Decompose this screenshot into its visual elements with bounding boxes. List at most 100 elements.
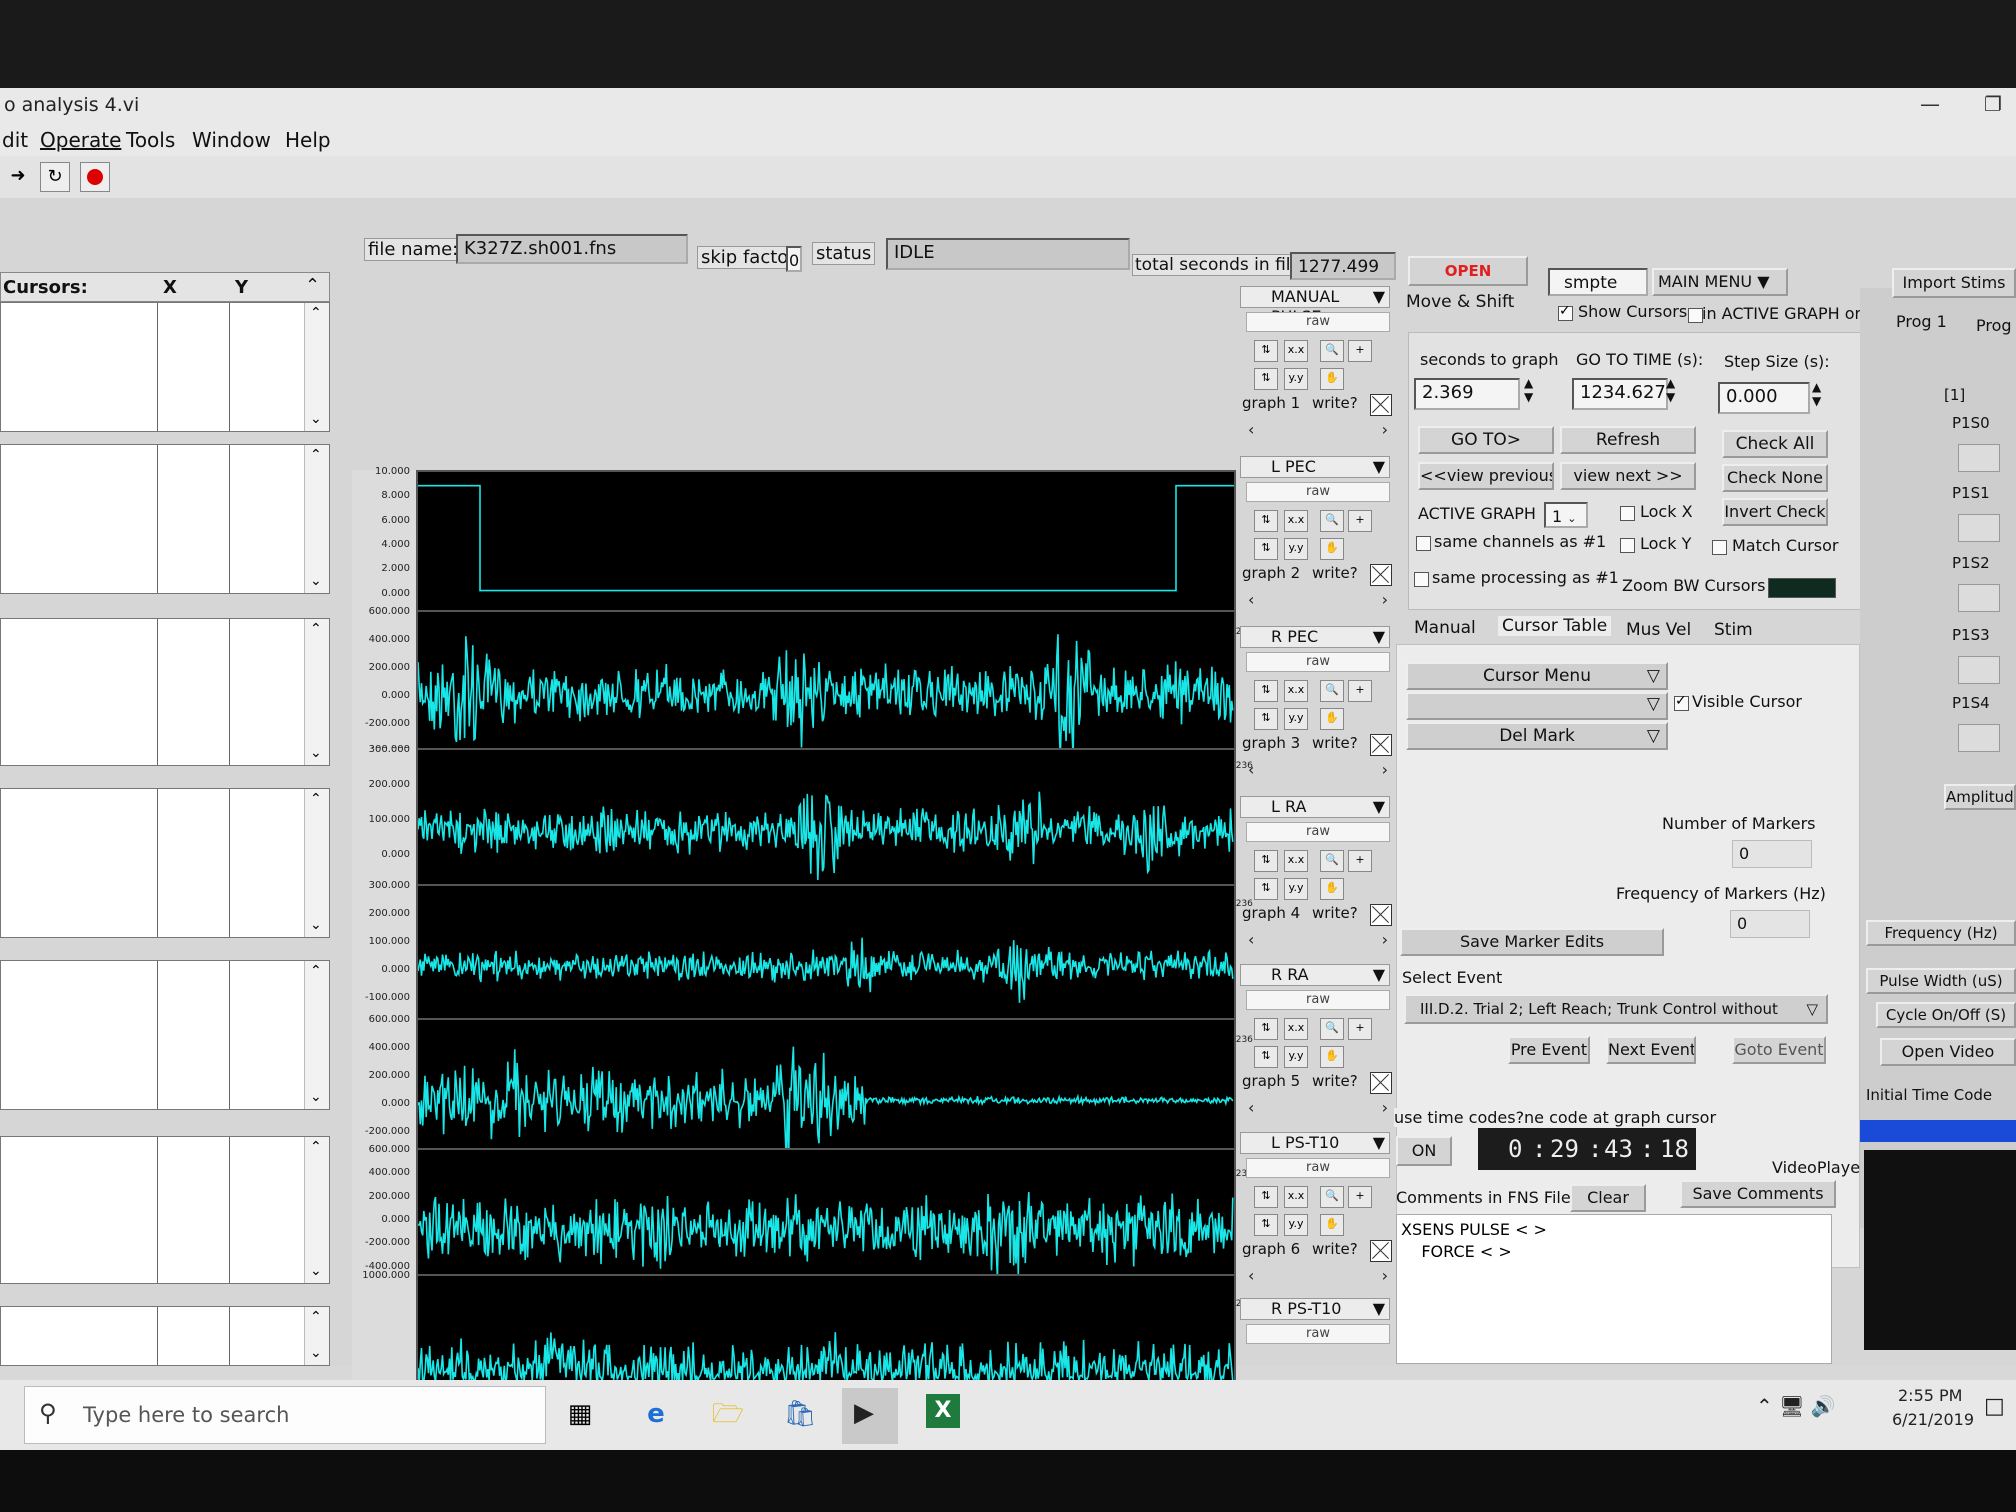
abort-stop-icon[interactable] (80, 162, 110, 192)
scroll-up-icon[interactable]: ⌃ (310, 963, 322, 979)
processing-select[interactable]: raw (1246, 312, 1390, 332)
file-explorer-icon[interactable]: 🗁 (708, 1394, 748, 1434)
crosshair-icon[interactable]: + (1348, 340, 1372, 362)
pulse-width-field[interactable]: Pulse Width (uS) (1866, 968, 2016, 994)
scroll-up-icon[interactable]: ⌃ (310, 621, 322, 637)
pan-hand-icon[interactable]: ✋ (1320, 368, 1344, 390)
zoom-icon[interactable]: 🔍 (1320, 1186, 1344, 1208)
cursor-scrollbar[interactable]: ⌃ ⌄ (304, 303, 329, 431)
scroll-down-icon[interactable]: ⌄ (310, 1345, 322, 1361)
cursor-table-1[interactable]: ⌃ ⌄ (0, 302, 330, 432)
crosshair-icon[interactable]: + (1348, 510, 1372, 532)
stim-param-field[interactable] (1958, 584, 2000, 612)
smpte-field[interactable]: smpte (1548, 268, 1648, 296)
chevron-left-icon[interactable]: ‹ (1248, 1266, 1254, 1285)
write-checkbox[interactable] (1370, 1240, 1392, 1262)
scroll-up-icon[interactable]: ⌃ (310, 1309, 322, 1325)
pan-hand-icon[interactable]: ✋ (1320, 878, 1344, 900)
lock-x-checkbox[interactable] (1620, 506, 1635, 521)
write-checkbox[interactable] (1370, 394, 1392, 416)
tab-prog2[interactable]: Prog (1976, 316, 2012, 335)
select-event-dropdown[interactable]: III.D.2. Trial 2; Left Reach; Trunk Cont… (1404, 994, 1828, 1024)
same-processing-checkbox[interactable] (1414, 572, 1429, 587)
x-format-icon[interactable]: x.x (1284, 680, 1308, 702)
skip-factor-field[interactable]: 0 (786, 246, 802, 272)
chevron-left-icon[interactable]: ‹ (1248, 930, 1254, 949)
plot-area[interactable] (416, 1018, 1236, 1168)
next-event-button[interactable]: Next Event (1606, 1036, 1696, 1064)
scroll-up-icon[interactable]: ⌃ (305, 275, 320, 296)
crosshair-icon[interactable]: + (1348, 850, 1372, 872)
y-format-icon[interactable]: y.y (1284, 708, 1308, 730)
stim-param-field[interactable] (1958, 724, 2000, 752)
pan-hand-icon[interactable]: ✋ (1320, 1214, 1344, 1236)
autoscale-y-icon[interactable]: ⇅ (1254, 538, 1278, 560)
goto-time-field[interactable]: 1234.627 (1572, 378, 1668, 410)
labview-app-icon[interactable]: ▶ (842, 1388, 898, 1444)
channel-select[interactable]: L RA ▼ (1240, 796, 1390, 818)
channel-select[interactable]: R PS-T10 ▼ (1240, 1298, 1390, 1320)
cursor-table-4[interactable]: ⌃ ⌄ (0, 788, 330, 938)
view-previous-button[interactable]: <<view previous (1418, 462, 1554, 490)
step-size-field[interactable]: 0.000 (1718, 382, 1810, 414)
channel-select[interactable]: L PEC ▼ (1240, 456, 1390, 478)
cursor-scrollbar[interactable]: ⌃ ⌄ (304, 619, 329, 765)
invert-check-button[interactable]: Invert Check (1722, 498, 1828, 526)
zoom-bw-button[interactable] (1768, 578, 1836, 598)
scroll-down-icon[interactable]: ⌄ (310, 1263, 322, 1279)
seconds-stepper-icon[interactable]: ▲ ▼ (1524, 376, 1533, 404)
step-stepper-icon[interactable]: ▲ ▼ (1812, 380, 1821, 408)
tab-mus-vel[interactable]: Mus Vel (1626, 620, 1691, 640)
cursor-table-5[interactable]: ⌃ ⌄ (0, 960, 330, 1110)
open-video-button[interactable]: Open Video (1880, 1038, 2016, 1066)
plot-area[interactable] (416, 1274, 1236, 1380)
chevron-right-icon[interactable]: › (1382, 420, 1388, 439)
goto-stepper-icon[interactable]: ▲ ▼ (1666, 376, 1675, 404)
tray-icons[interactable]: ⌃ 🖥 🔊 (1756, 1394, 1836, 1418)
y-format-icon[interactable]: y.y (1284, 1214, 1308, 1236)
pan-hand-icon[interactable]: ✋ (1320, 538, 1344, 560)
channel-select[interactable]: R PEC ▼ (1240, 626, 1390, 648)
visible-cursor-checkbox[interactable] (1674, 693, 1689, 711)
chevron-right-icon[interactable]: › (1382, 1098, 1388, 1117)
x-format-icon[interactable]: x.x (1284, 1018, 1308, 1040)
view-next-button[interactable]: view next >> (1560, 462, 1696, 490)
del-mark-select[interactable]: Del Mark ▽ (1406, 722, 1668, 750)
search-box[interactable]: ⚲ Type here to search (24, 1386, 546, 1444)
autoscale-y-icon[interactable]: ⇅ (1254, 368, 1278, 390)
scroll-up-icon[interactable]: ⌃ (310, 1139, 322, 1155)
cursor-scrollbar[interactable]: ⌃ ⌄ (304, 961, 329, 1109)
pre-event-button[interactable]: Pre Event (1508, 1036, 1590, 1064)
write-checkbox[interactable] (1370, 564, 1392, 586)
crosshair-icon[interactable]: + (1348, 1186, 1372, 1208)
open-button[interactable]: OPEN (1408, 256, 1528, 286)
show-cursors-checkbox[interactable] (1558, 303, 1573, 321)
clock-date[interactable]: 6/21/2019 (1892, 1410, 1974, 1429)
edge-browser-icon[interactable]: e (636, 1394, 676, 1434)
scroll-up-icon[interactable]: ⌃ (310, 791, 322, 807)
task-view-icon[interactable]: ▦ (560, 1394, 600, 1434)
autoscale-x-icon[interactable]: ⇅ (1254, 850, 1278, 872)
chevron-left-icon[interactable]: ‹ (1248, 1098, 1254, 1117)
menu-help[interactable]: Help (285, 128, 331, 152)
menu-operate[interactable]: Operate (40, 128, 121, 152)
clock-time[interactable]: 2:55 PM (1898, 1386, 1962, 1405)
frequency-field[interactable]: Frequency (Hz) (1866, 920, 2016, 946)
stim-param-field[interactable] (1958, 444, 2000, 472)
pan-hand-icon[interactable]: ✋ (1320, 1046, 1344, 1068)
autoscale-x-icon[interactable]: ⇅ (1254, 1186, 1278, 1208)
amplitude-field[interactable]: Amplitud (1944, 784, 2016, 810)
active-graph-select[interactable]: 1 ⌄ (1544, 502, 1588, 528)
chevron-left-icon[interactable]: ‹ (1248, 420, 1254, 439)
zoom-icon[interactable]: 🔍 (1320, 680, 1344, 702)
scroll-up-icon[interactable]: ⌃ (310, 447, 322, 463)
scroll-down-icon[interactable]: ⌄ (310, 411, 322, 427)
run-arrow-icon[interactable]: ➜ (4, 162, 32, 190)
main-menu-select[interactable]: MAIN MENU ▼ (1652, 268, 1788, 296)
cursor-scrollbar[interactable]: ⌃ ⌄ (304, 789, 329, 937)
cursor-table-2[interactable]: ⌃ ⌄ (0, 444, 330, 594)
chevron-right-icon[interactable]: › (1382, 1266, 1388, 1285)
notifications-icon[interactable]: □ (1984, 1394, 2005, 1419)
plot-area[interactable] (416, 470, 1236, 626)
import-stims-button[interactable]: Import Stims (1892, 268, 2016, 298)
